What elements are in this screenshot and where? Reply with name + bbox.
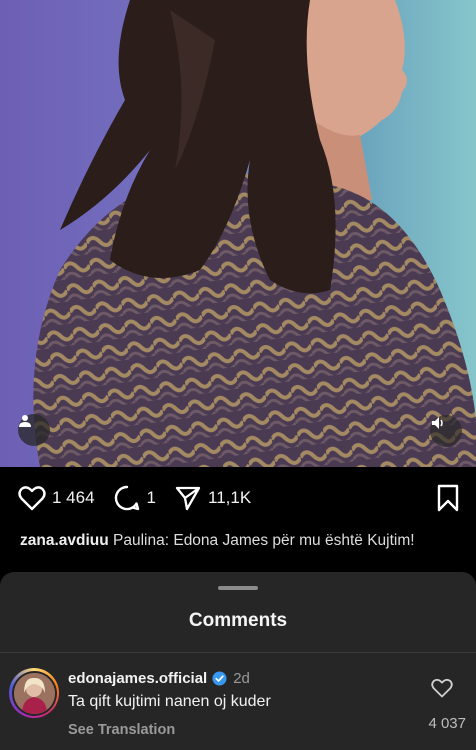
comment-count: 1 [146, 488, 157, 507]
verified-badge-icon [212, 671, 227, 686]
sheet-drag-handle[interactable] [218, 586, 258, 590]
heart-icon [431, 678, 453, 698]
post-media[interactable] [0, 0, 476, 467]
audio-button[interactable] [430, 415, 462, 447]
like-action[interactable]: 1 464 [18, 485, 95, 511]
heart-icon [18, 486, 46, 511]
post-photo [0, 0, 476, 467]
see-translation-link[interactable]: See Translation [68, 722, 175, 738]
sheet-title: Comments [188, 610, 288, 631]
sheet-divider [0, 652, 476, 653]
bookmark-icon [437, 484, 459, 512]
share-count: 11,1K [208, 488, 252, 507]
comment-username[interactable]: edonajames.official [68, 670, 207, 687]
save-button[interactable] [436, 484, 460, 517]
avatar [13, 672, 55, 714]
comment-time: 2d [233, 670, 250, 687]
comment-header: edonajames.official 2d [68, 670, 250, 687]
post-caption: zana.avdiuu Paulina: Edona James për mu … [20, 530, 460, 551]
share-action[interactable]: 11,1K [174, 484, 251, 512]
speaker-icon [432, 417, 443, 429]
user-tag-button[interactable] [18, 414, 50, 446]
comment-like-button[interactable] [431, 678, 453, 703]
like-count[interactable]: 1 464 [52, 488, 95, 508]
paper-plane-icon [175, 486, 201, 511]
comments-sheet: Comments edonajames.official 2d Ta qift … [0, 572, 476, 750]
comment-bubble-icon [114, 485, 139, 511]
comment-item: edonajames.official 2d Ta qift kujtimi n… [0, 664, 476, 750]
comment-text: Ta qift kujtimi nanen oj kuder [68, 693, 271, 710]
avatar-story-ring[interactable] [9, 668, 59, 718]
comment-action[interactable]: 1 [113, 484, 156, 512]
caption-username[interactable]: zana.avdiuu [20, 532, 109, 549]
person-icon [19, 415, 31, 427]
post-action-bar: 1 464 1 11,1K [0, 467, 476, 529]
caption-text: Paulina: Edona James për mu është Kujtim… [113, 532, 415, 549]
comment-like-count: 4 037 [428, 715, 466, 732]
